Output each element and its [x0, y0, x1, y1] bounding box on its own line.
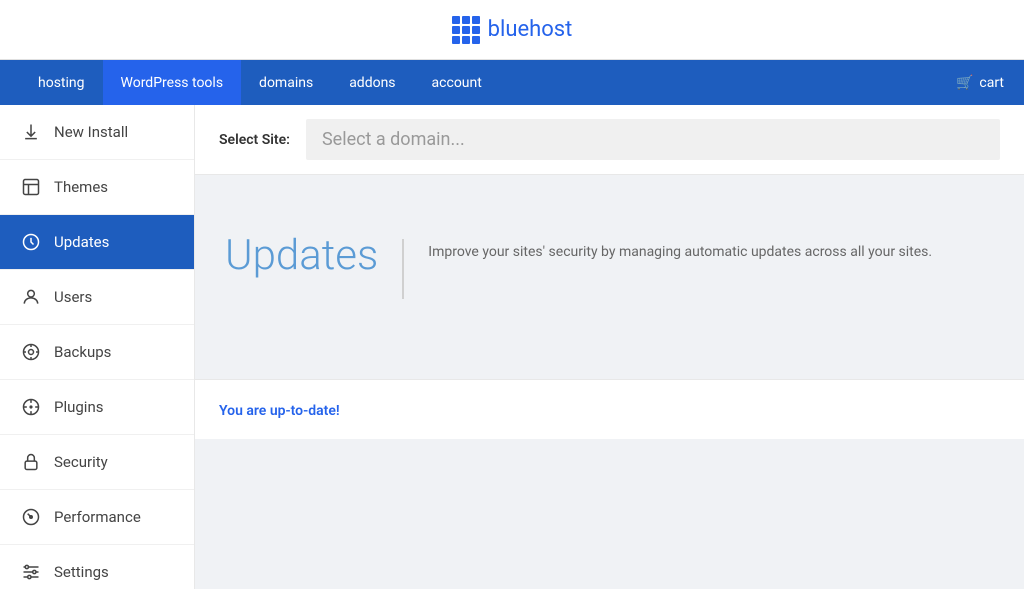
- sidebar-item-new-install[interactable]: New Install: [0, 105, 194, 160]
- top-bar: bluehost: [0, 0, 1024, 60]
- settings-icon: [20, 561, 42, 583]
- sidebar-item-users[interactable]: Users: [0, 270, 194, 325]
- cart-label: cart: [979, 75, 1004, 91]
- sidebar-item-themes[interactable]: Themes: [0, 160, 194, 215]
- performance-icon: [20, 506, 42, 528]
- sidebar-label-backups: Backups: [54, 343, 111, 361]
- nav-domains[interactable]: domains: [241, 60, 331, 105]
- sidebar-label-security: Security: [54, 453, 108, 471]
- plugins-icon: [20, 396, 42, 418]
- updates-divider: [402, 239, 404, 299]
- main-layout: New Install Themes Updates: [0, 105, 1024, 589]
- nav-account[interactable]: account: [414, 60, 500, 105]
- sidebar-label-themes: Themes: [54, 178, 108, 196]
- download-icon: [20, 121, 42, 143]
- themes-icon: [20, 176, 42, 198]
- nav-bar: hosting WordPress tools domains addons a…: [0, 60, 1024, 105]
- nav-hosting[interactable]: hosting: [20, 60, 103, 105]
- logo-grid-icon: [452, 16, 480, 44]
- cart-button[interactable]: 🛒 cart: [956, 75, 1004, 91]
- uptodate-label: You are up-to-date!: [219, 403, 340, 419]
- select-site-bar: Select Site: Select a domain...: [195, 105, 1024, 175]
- sidebar-label-performance: Performance: [54, 508, 141, 526]
- backups-icon: [20, 341, 42, 363]
- sidebar-item-updates[interactable]: Updates: [0, 215, 194, 270]
- sidebar-label-users: Users: [54, 288, 92, 306]
- uptodate-section: You are up-to-date!: [195, 379, 1024, 439]
- cart-icon: 🛒: [956, 75, 973, 91]
- nav-wordpress-tools[interactable]: WordPress tools: [103, 60, 242, 105]
- updates-icon: [20, 231, 42, 253]
- sidebar-label-plugins: Plugins: [54, 398, 103, 416]
- updates-title: Updates: [225, 235, 378, 277]
- sidebar-item-performance[interactable]: Performance: [0, 490, 194, 545]
- updates-hero: Updates Improve your sites' security by …: [225, 215, 994, 319]
- domain-select[interactable]: Select a domain...: [306, 119, 1000, 160]
- sidebar-label-new-install: New Install: [54, 123, 128, 141]
- sidebar-item-settings[interactable]: Settings: [0, 545, 194, 589]
- users-icon: [20, 286, 42, 308]
- security-icon: [20, 451, 42, 473]
- sidebar-label-updates: Updates: [54, 233, 109, 251]
- updates-description: Improve your sites' security by managing…: [428, 235, 932, 263]
- content-body: Updates Improve your sites' security by …: [195, 175, 1024, 379]
- nav-addons[interactable]: addons: [331, 60, 413, 105]
- sidebar-item-security[interactable]: Security: [0, 435, 194, 490]
- select-site-label: Select Site:: [219, 132, 290, 148]
- sidebar: New Install Themes Updates: [0, 105, 195, 589]
- sidebar-item-backups[interactable]: Backups: [0, 325, 194, 380]
- sidebar-item-plugins[interactable]: Plugins: [0, 380, 194, 435]
- sidebar-label-settings: Settings: [54, 563, 109, 581]
- logo-text: bluehost: [488, 17, 573, 42]
- logo-area: bluehost: [452, 16, 573, 44]
- main-content: Select Site: Select a domain... Updates …: [195, 105, 1024, 589]
